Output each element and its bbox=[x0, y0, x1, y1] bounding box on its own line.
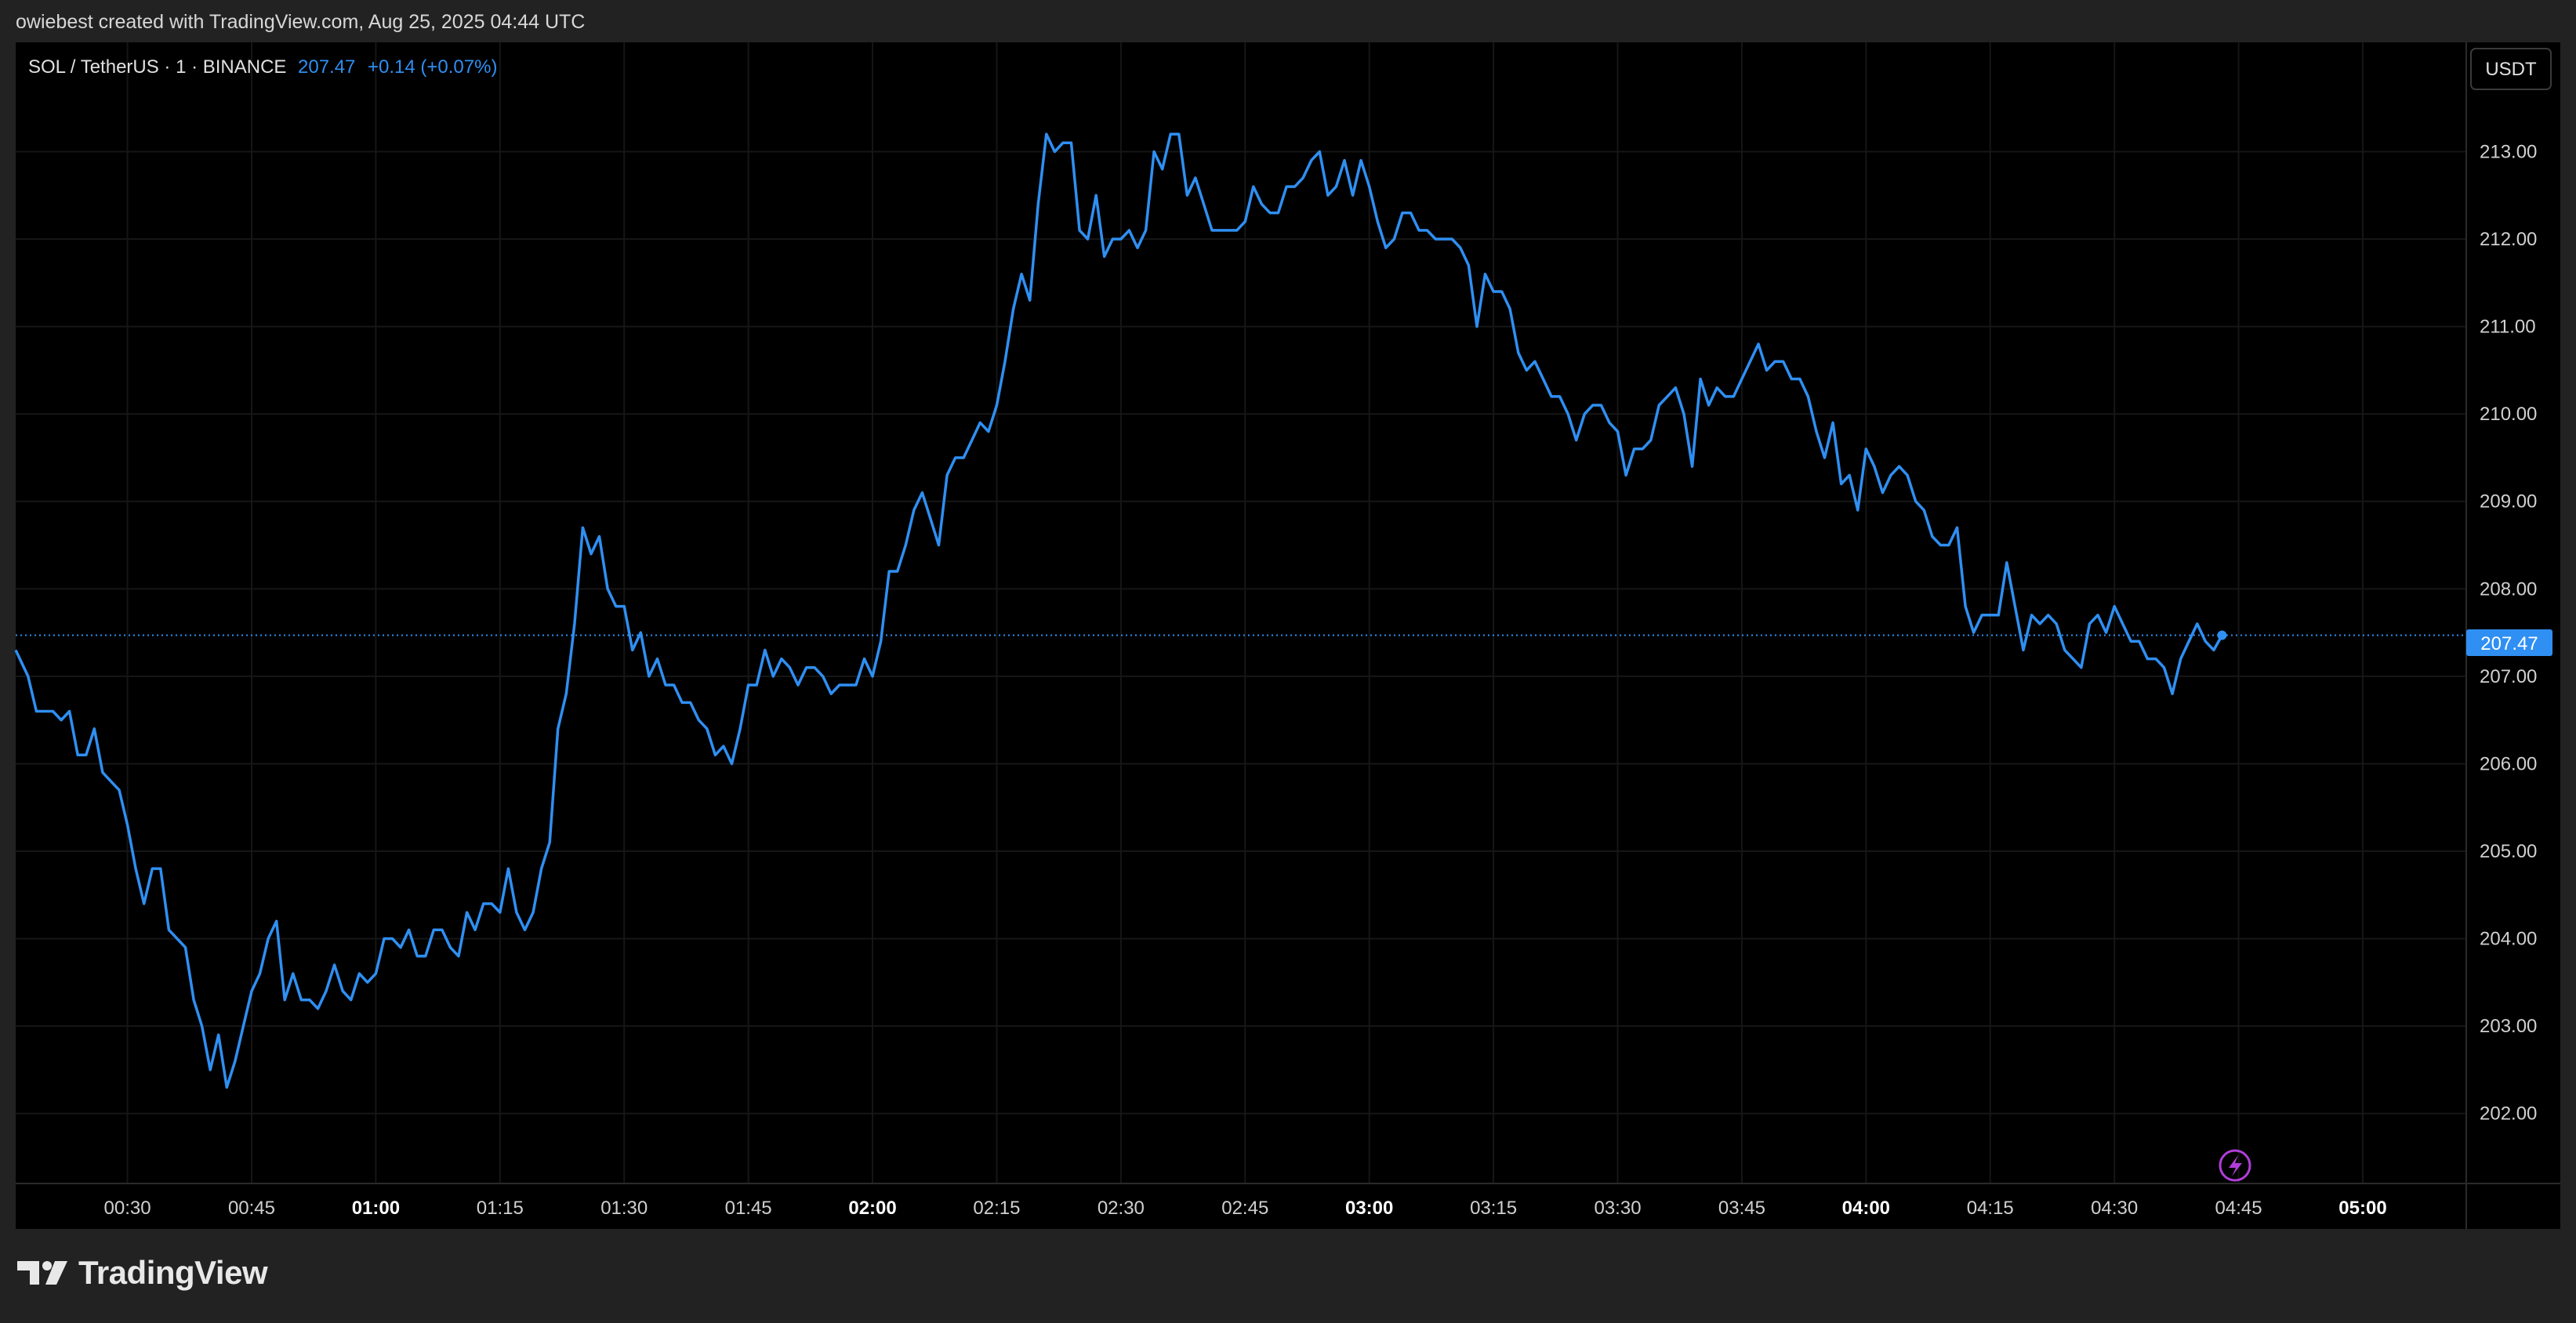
grid-lines bbox=[16, 42, 2466, 1183]
time-tick-label: 03:45 bbox=[1718, 1198, 1765, 1219]
time-tick-label: 05:00 bbox=[2338, 1198, 2386, 1219]
chart-screenshot: owiebest created with TradingView.com, A… bbox=[0, 0, 2576, 1323]
time-tick-label: 03:15 bbox=[1470, 1198, 1517, 1219]
time-tick-label: 02:30 bbox=[1098, 1198, 1145, 1219]
price-tick-label: 209.00 bbox=[2480, 491, 2537, 513]
time-tick-label: 00:45 bbox=[228, 1198, 275, 1219]
series-line-price bbox=[14, 132, 2224, 1089]
legend-symbol[interactable]: SOL / TetherUS · 1 · BINANCE bbox=[28, 56, 286, 78]
price-tick-label: 208.00 bbox=[2480, 578, 2537, 600]
price-tick-label: 213.00 bbox=[2480, 141, 2537, 162]
time-tick-label: 01:15 bbox=[477, 1198, 524, 1219]
time-axis-labels: 00:30 00:45 01:00 01:15 01:30 01:45 02:00 02:15… bbox=[104, 1198, 2387, 1219]
lightning-bolt-icon[interactable] bbox=[2219, 1149, 2251, 1182]
time-tick-label: 02:00 bbox=[848, 1198, 896, 1219]
price-tick-label: 212.00 bbox=[2480, 229, 2537, 250]
time-tick-label: 01:30 bbox=[600, 1198, 648, 1219]
price-tick-label: 205.00 bbox=[2480, 841, 2537, 862]
time-tick-label: 02:45 bbox=[1221, 1198, 1268, 1219]
price-tick-label: 204.00 bbox=[2480, 929, 2537, 950]
price-tick-label: 210.00 bbox=[2480, 404, 2537, 425]
time-tick-label: 04:00 bbox=[1842, 1198, 1890, 1219]
price-tick-label: 207.00 bbox=[2480, 666, 2537, 687]
brand-name: TradingView bbox=[78, 1254, 268, 1291]
price-tick-label: 206.00 bbox=[2480, 753, 2537, 774]
price-tick-label: 203.00 bbox=[2480, 1016, 2537, 1037]
time-tick-label: 02:15 bbox=[973, 1198, 1020, 1219]
price-tick-label: 202.00 bbox=[2480, 1104, 2537, 1125]
time-tick-label: 01:00 bbox=[352, 1198, 400, 1219]
legend-change: +0.14 (+0.07%) bbox=[368, 56, 497, 78]
time-tick-label: 01:45 bbox=[725, 1198, 772, 1219]
time-tick-label: 00:30 bbox=[104, 1198, 151, 1219]
time-tick-label: 04:45 bbox=[2215, 1198, 2262, 1219]
time-tick-label: 04:15 bbox=[1967, 1198, 2014, 1219]
legend-last-price: 207.47 bbox=[298, 56, 355, 78]
currency-button-label[interactable]: USDT bbox=[2485, 59, 2537, 80]
tradingview-logo-icon bbox=[17, 1261, 67, 1285]
time-tick-label: 03:00 bbox=[1345, 1198, 1393, 1219]
last-price-tag-label: 207.47 bbox=[2480, 633, 2538, 654]
time-tick-label: 04:30 bbox=[2091, 1198, 2138, 1219]
price-tick-label: 211.00 bbox=[2480, 317, 2536, 338]
tradingview-logo[interactable]: TradingView bbox=[17, 1254, 268, 1292]
time-tick-label: 03:30 bbox=[1594, 1198, 1641, 1219]
chart-svg[interactable]: 202.00 203.00 204.00 205.00 206.00 207.00 208.… bbox=[0, 0, 2576, 1323]
last-price-dot bbox=[2217, 630, 2227, 640]
